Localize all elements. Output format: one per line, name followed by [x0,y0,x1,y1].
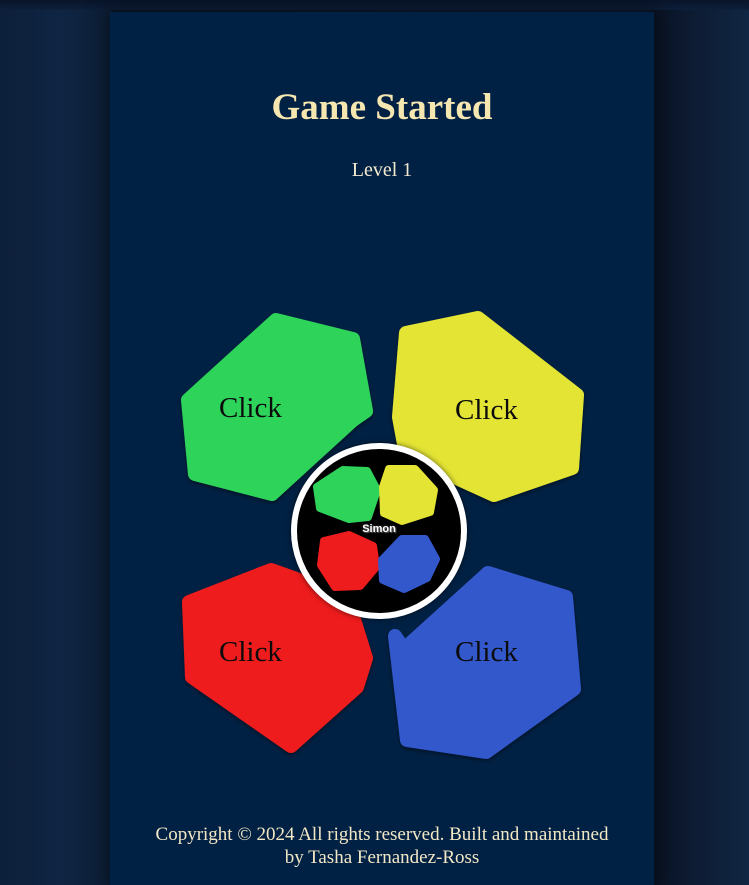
footer-line-1: Copyright © 2024 All rights reserved. Bu… [155,824,609,845]
simon-center-logo: Simon [291,443,467,619]
blue-pad-label[interactable]: Click [455,636,518,668]
top-edge [0,0,749,10]
mini-yellow-pad [379,465,438,525]
footer-copyright: Copyright © 2024 All rights reserved. Bu… [110,823,654,869]
level-indicator: Level 1 [351,159,413,181]
mini-red-pad [317,531,380,591]
footer-line-2: by Tasha Fernandez-Ross [284,847,480,868]
yellow-pad-label[interactable]: Click [455,394,518,426]
mini-blue-pad [378,535,440,593]
mini-green-pad [313,466,381,523]
green-pad-label[interactable]: Click [219,392,282,424]
red-pad-label[interactable]: Click [219,636,282,668]
page-title: Game Started [271,87,493,128]
simon-logo-text: Simon [362,523,396,535]
game-board: Click Click Click Click Simon [170,300,600,770]
